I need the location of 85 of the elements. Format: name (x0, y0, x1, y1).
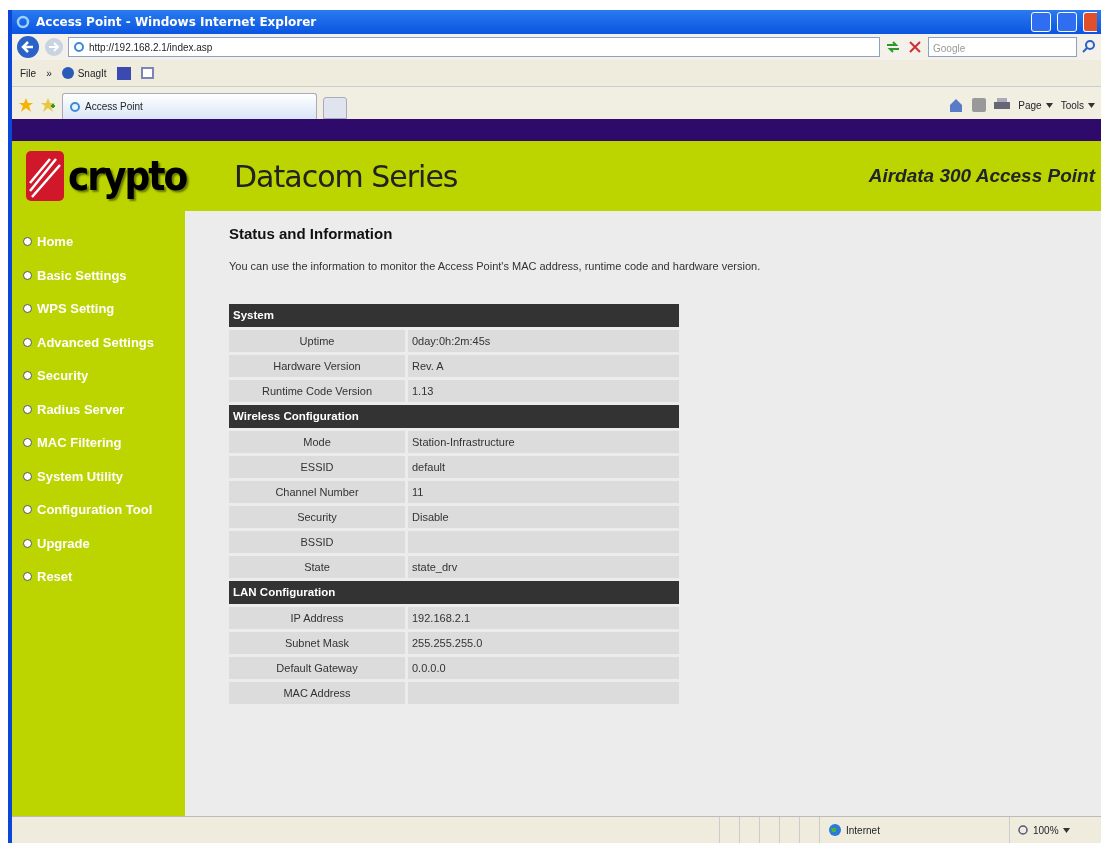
feed-icon[interactable] (972, 98, 987, 112)
field-label: Channel Number (229, 481, 408, 503)
add-favorite-icon[interactable] (40, 97, 56, 113)
nav-label[interactable]: Reset (37, 569, 73, 585)
section-header: Wireless Configuration (229, 404, 679, 428)
search-icon[interactable] (1081, 39, 1097, 55)
page-icon (73, 41, 85, 53)
caret-icon[interactable] (1045, 102, 1053, 108)
nav-label[interactable]: Configuration Tool (37, 502, 153, 518)
field-value: default (408, 456, 679, 478)
browser-tab[interactable]: Access Point (62, 93, 317, 119)
field-value: 11 (408, 481, 679, 503)
ie-logo-icon (16, 15, 30, 29)
window-title: Access Point - Windows Internet Explorer (36, 15, 317, 29)
product-title: Airdata 300 Access Point (868, 165, 1097, 187)
field-value: state_drv (408, 556, 679, 578)
maximize-button[interactable] (1057, 12, 1077, 32)
field-label: Uptime (229, 329, 408, 352)
field-value: Station-Infrastructure (408, 431, 679, 453)
field-label: Subnet Mask (229, 632, 408, 655)
field-value: Rev. A (408, 354, 679, 377)
series-title: Datacom Series (234, 158, 458, 194)
field-label: Hardware Version (229, 354, 408, 377)
back-icon[interactable] (16, 35, 40, 59)
caret-icon[interactable] (1062, 827, 1070, 833)
bullet-icon (23, 337, 32, 347)
nav-label[interactable]: Upgrade (37, 535, 90, 551)
zone-label: Internet (846, 823, 880, 838)
bullet-icon (23, 538, 32, 548)
printer-icon[interactable] (994, 98, 1011, 112)
page-menu[interactable]: Page (1018, 97, 1053, 113)
snagit-button[interactable]: SnagIt (61, 65, 107, 81)
home-icon[interactable] (948, 97, 965, 113)
nav-label[interactable]: Security (37, 368, 89, 384)
minimize-button[interactable] (1031, 12, 1051, 32)
bullet-icon (23, 404, 32, 414)
search-field[interactable]: Google (928, 37, 1077, 57)
bullet-icon (23, 371, 32, 381)
bullet-icon (23, 572, 32, 582)
address-field[interactable]: http://192.168.2.1/index.asp (68, 37, 880, 57)
tools-menu[interactable]: Tools (1060, 97, 1095, 113)
field-value: 255.255.255.0 (408, 632, 679, 655)
field-label: BSSID (229, 531, 408, 553)
toolbar-icon[interactable] (140, 67, 154, 79)
caret-icon[interactable] (1088, 102, 1095, 108)
field-value: 1.13 (408, 379, 679, 402)
bullet-icon (23, 505, 32, 515)
zoom-icon[interactable] (1018, 824, 1029, 836)
nav-label[interactable]: Radius Server (37, 401, 125, 417)
bullet-icon (23, 438, 32, 448)
field-label: Security (229, 506, 408, 528)
file-menu[interactable]: File (20, 65, 37, 81)
page-icon (69, 100, 81, 113)
nav-label[interactable]: MAC Filtering (37, 435, 122, 451)
nav-label[interactable]: Home (37, 234, 74, 250)
globe-icon (828, 823, 842, 837)
description: You can use the information to monitor the Access Point's MAC address, runtime code and hardware version. (229, 259, 762, 274)
field-value: Disable (408, 506, 679, 528)
logo-icon (26, 151, 64, 201)
bullet-icon (23, 304, 32, 314)
field-label: State (229, 556, 408, 578)
star-icon[interactable] (18, 97, 34, 113)
nav-label[interactable]: WPS Setting (37, 301, 115, 317)
field-label: Default Gateway (229, 657, 408, 680)
bullet-icon (23, 237, 32, 247)
nav-label[interactable]: Advanced Settings (37, 334, 155, 350)
section-header: System (229, 303, 679, 327)
field-label: IP Address (229, 607, 408, 630)
field-label: Runtime Code Version (229, 379, 408, 402)
toolbar-icon[interactable] (116, 66, 131, 80)
close-button[interactable] (1083, 12, 1097, 32)
page-title: Status and Information (229, 225, 394, 242)
field-label: ESSID (229, 456, 408, 478)
field-value: 192.168.2.1 (408, 607, 679, 630)
field-label: MAC Address (229, 682, 408, 705)
field-value: 0day:0h:2m:45s (408, 329, 679, 352)
section-header: LAN Configuration (229, 581, 679, 605)
bullet-icon (23, 270, 32, 280)
field-value: 0.0.0.0 (408, 657, 679, 680)
chevron-button[interactable]: » (46, 65, 52, 81)
nav-label[interactable]: Basic Settings (37, 267, 127, 283)
zoom-level[interactable]: 100% (1033, 822, 1059, 838)
nav-label[interactable]: System Utility (37, 468, 123, 484)
bullet-icon (23, 471, 32, 481)
field-label: Mode (229, 431, 408, 453)
